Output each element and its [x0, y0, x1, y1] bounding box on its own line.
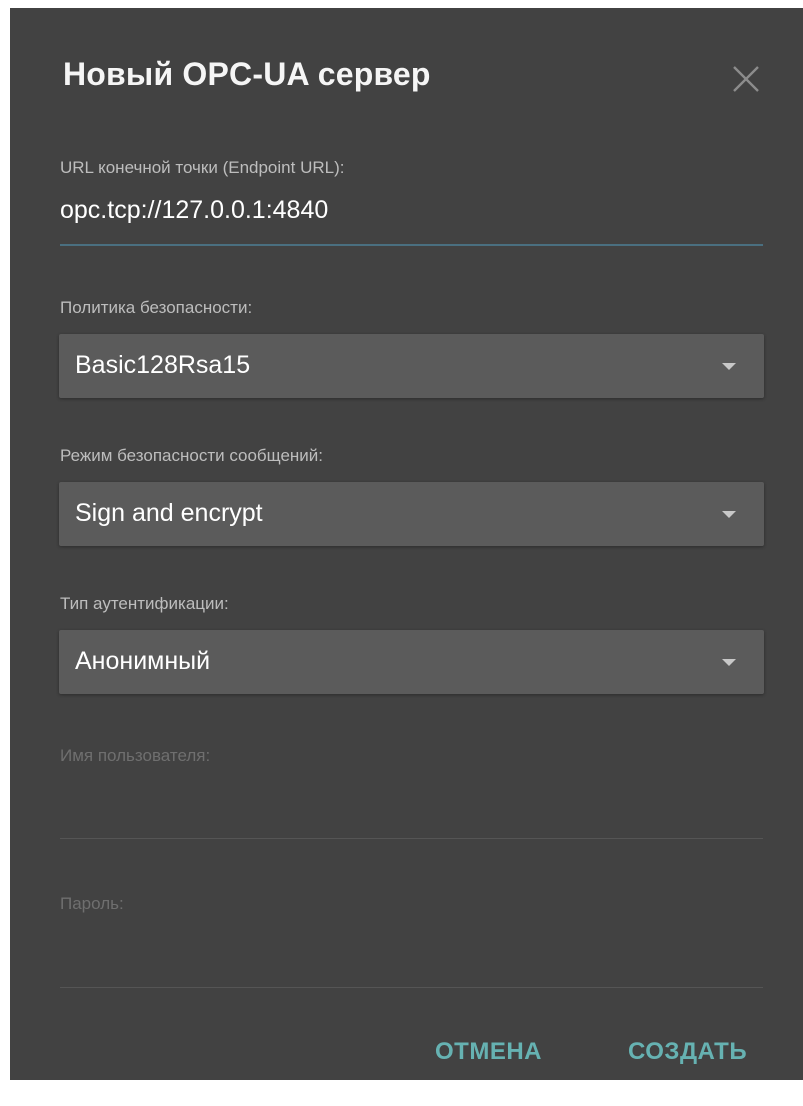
message-security-mode-select[interactable]: Sign and encrypt: [59, 482, 764, 546]
auth-type-value: Анонимный: [75, 647, 211, 675]
new-opcua-server-dialog: Новый OPC-UA сервер URL конечной точки (…: [10, 8, 803, 1080]
endpoint-url-label: URL конечной точки (Endpoint URL):: [60, 158, 345, 177]
cancel-button[interactable]: ОТМЕНА: [435, 1038, 542, 1066]
dropdown-arrow-icon: [722, 659, 736, 666]
username-underline: [60, 838, 763, 839]
password-underline: [60, 987, 763, 988]
username-label: Имя пользователя:: [60, 746, 211, 765]
security-policy-label: Политика безопасности:: [60, 298, 253, 317]
endpoint-url-input[interactable]: opc.tcp://127.0.0.1:4840: [60, 196, 328, 225]
auth-type-label: Тип аутентификации:: [60, 594, 229, 613]
security-policy-value: Basic128Rsa15: [75, 351, 251, 379]
security-policy-select[interactable]: Basic128Rsa15: [59, 334, 764, 398]
message-security-mode-value: Sign and encrypt: [75, 499, 263, 527]
auth-type-select[interactable]: Анонимный: [59, 630, 764, 694]
dropdown-arrow-icon: [722, 363, 736, 370]
close-icon: [729, 62, 763, 96]
close-button[interactable]: [729, 62, 763, 96]
dropdown-arrow-icon: [722, 511, 736, 518]
message-security-mode-label: Режим безопасности сообщений:: [60, 446, 324, 465]
endpoint-url-underline: [60, 244, 763, 246]
dialog-title: Новый OPC-UA сервер: [63, 56, 431, 92]
password-label: Пароль:: [60, 894, 124, 913]
create-button[interactable]: СОЗДАТЬ: [628, 1038, 747, 1066]
